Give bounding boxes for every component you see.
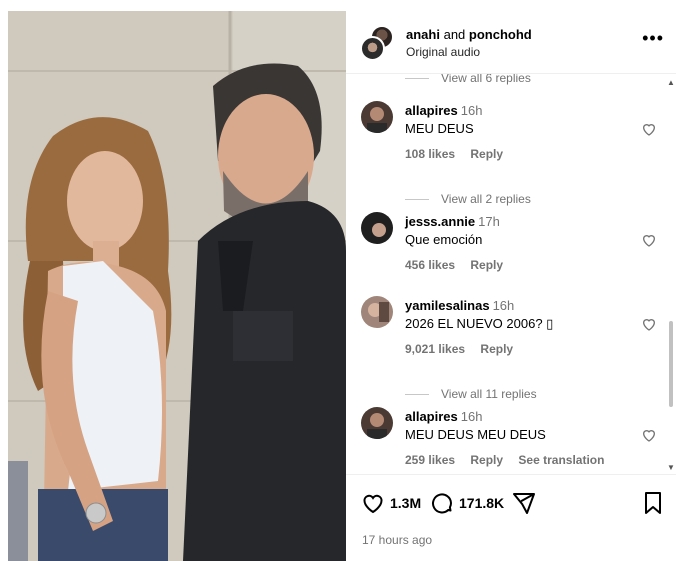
comment-time: 17h xyxy=(478,214,500,229)
reply-button[interactable]: Reply xyxy=(480,342,513,356)
heart-icon[interactable] xyxy=(641,232,657,248)
comments-scrollbar[interactable]: ▲ ▼ xyxy=(666,74,676,474)
heart-icon[interactable] xyxy=(641,427,657,443)
post-time[interactable]: 17 hours ago xyxy=(362,533,432,547)
bookmark-icon[interactable] xyxy=(642,491,664,515)
see-translation-button[interactable]: See translation xyxy=(518,453,604,467)
scroll-thumb[interactable] xyxy=(669,321,673,407)
scroll-down-icon[interactable]: ▼ xyxy=(667,463,675,472)
comment-icon[interactable] xyxy=(430,491,454,515)
avatar-image xyxy=(361,101,393,133)
comments-list[interactable]: View all 6 replies allapires 16h MEU DEUS… xyxy=(346,74,676,474)
avatar-image xyxy=(361,212,393,244)
avatar xyxy=(360,36,385,61)
avatar[interactable] xyxy=(361,101,393,133)
more-options-icon[interactable]: ••• xyxy=(642,29,664,47)
comment-username[interactable]: yamilesalinas xyxy=(405,298,490,313)
comment-username[interactable]: jesss.annie xyxy=(405,214,475,229)
audio-link[interactable]: Original audio xyxy=(406,45,480,59)
post-header: anahi and ponchohd Original audio ••• xyxy=(346,11,676,74)
reply-button[interactable]: Reply xyxy=(470,453,503,467)
post-authors: anahi and ponchohd xyxy=(406,27,532,43)
comment-count[interactable]: 171.8K xyxy=(459,495,504,511)
comment-text: Que emoción xyxy=(405,232,483,247)
view-replies-button[interactable]: View all 6 replies xyxy=(405,74,531,85)
scroll-up-icon[interactable]: ▲ xyxy=(667,78,675,87)
comment-text: MEU DEUS xyxy=(405,121,474,136)
heart-icon[interactable] xyxy=(641,121,657,137)
comment-time: 16h xyxy=(492,298,515,313)
avatar[interactable] xyxy=(361,296,393,328)
comment-meta: 456 likes Reply xyxy=(405,258,515,272)
heart-icon[interactable] xyxy=(641,316,657,332)
like-count[interactable]: 1.3M xyxy=(390,495,421,511)
comment-author[interactable]: yamilesalinas 16h xyxy=(405,298,514,313)
reply-button[interactable]: Reply xyxy=(470,147,503,161)
comment-author[interactable]: allapires 16h xyxy=(405,409,482,424)
avatar-image xyxy=(361,407,393,439)
comment-item: allapires 16h MEU DEUS MEU DEUS 259 likes… xyxy=(361,407,661,467)
comment-item: yamilesalinas 16h 2026 EL NUEVO 2006? ▯ 9… xyxy=(361,296,661,356)
authors-joiner: and xyxy=(443,27,466,42)
author-avatars[interactable] xyxy=(360,25,396,61)
comment-author[interactable]: allapires 16h xyxy=(405,103,482,118)
comments-side-panel: anahi and ponchohd Original audio ••• Vi… xyxy=(346,11,676,561)
divider xyxy=(405,198,429,200)
comment-time: 16h xyxy=(460,409,483,424)
comment-text: 2026 EL NUEVO 2006? ▯ xyxy=(405,316,554,331)
share-icon[interactable] xyxy=(512,491,536,515)
comment-likes[interactable]: 108 likes xyxy=(405,147,455,161)
comment-text: MEU DEUS MEU DEUS xyxy=(405,427,546,442)
heart-icon[interactable] xyxy=(360,491,386,515)
view-replies-label: View all 11 replies xyxy=(441,387,537,401)
comment-username[interactable]: allapires xyxy=(405,409,458,424)
comment-meta: 108 likes Reply xyxy=(405,147,515,161)
coauthor-link[interactable]: ponchohd xyxy=(469,27,532,42)
comment-time: 16h xyxy=(460,103,483,118)
video-frame xyxy=(8,11,346,561)
view-replies-button[interactable]: View all 11 replies xyxy=(405,387,537,401)
view-replies-label: View all 6 replies xyxy=(441,74,531,85)
post-window: anahi and ponchohd Original audio ••• Vi… xyxy=(8,11,676,561)
avatar-image xyxy=(361,296,393,328)
post-actions: 1.3M 171.8K 17 hours ago xyxy=(346,474,676,561)
comment-likes[interactable]: 9,021 likes xyxy=(405,342,465,356)
author-link[interactable]: anahi xyxy=(406,27,440,42)
post-media[interactable] xyxy=(8,11,346,561)
comment-item: jesss.annie 17h Que emoción 456 likes Rep… xyxy=(361,212,661,272)
comment-meta: 9,021 likes Reply xyxy=(405,342,525,356)
comment-author[interactable]: jesss.annie 17h xyxy=(405,214,500,229)
avatar[interactable] xyxy=(361,407,393,439)
comment-username[interactable]: allapires xyxy=(405,103,458,118)
view-replies-label: View all 2 replies xyxy=(441,192,531,206)
view-replies-button[interactable]: View all 2 replies xyxy=(405,192,531,206)
comment-likes[interactable]: 456 likes xyxy=(405,258,455,272)
reply-button[interactable]: Reply xyxy=(470,258,503,272)
comment-likes[interactable]: 259 likes xyxy=(405,453,455,467)
comment-item: allapires 16h MEU DEUS 108 likes Reply xyxy=(361,101,661,161)
avatar[interactable] xyxy=(361,212,393,244)
comment-meta: 259 likes Reply See translation xyxy=(405,453,616,467)
divider xyxy=(405,77,429,79)
divider xyxy=(405,393,429,395)
